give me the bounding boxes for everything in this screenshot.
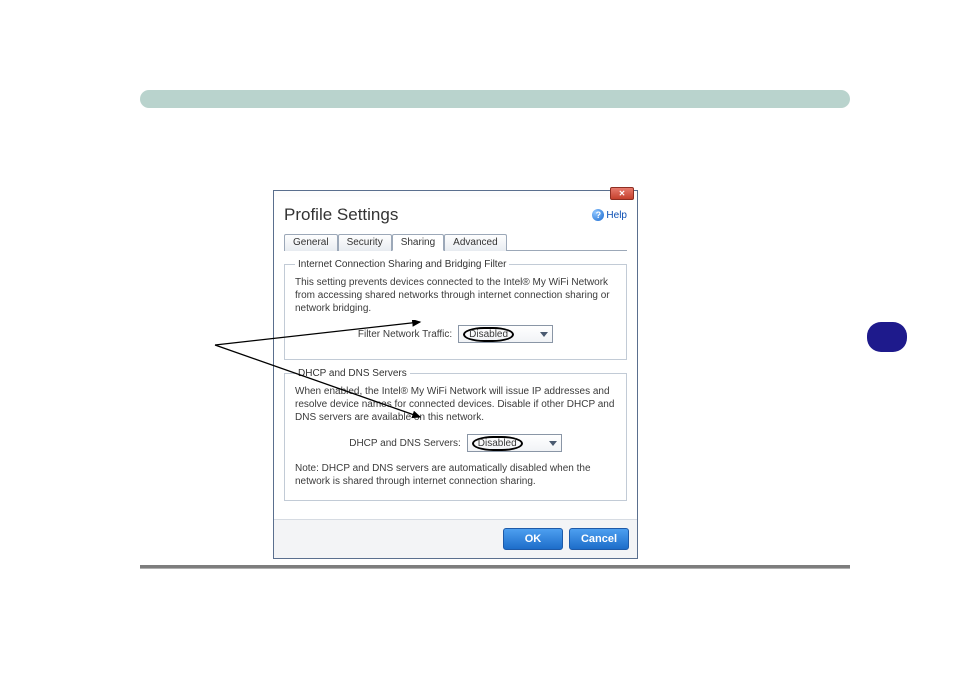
group-dhcp-dns-desc: When enabled, the Intel® My WiFi Network… xyxy=(295,385,616,424)
tabstrip: General Security Sharing Advanced xyxy=(284,233,627,251)
group-sharing-filter: Internet Connection Sharing and Bridging… xyxy=(284,259,627,360)
tab-advanced[interactable]: Advanced xyxy=(444,234,506,251)
dhcp-dns-value: Disabled xyxy=(472,436,523,451)
dhcp-dns-label: DHCP and DNS Servers: xyxy=(349,438,461,449)
filter-traffic-value: Disabled xyxy=(463,327,514,342)
profile-settings-dialog: ✕ Profile Settings ? Help General Securi… xyxy=(273,190,638,559)
help-link[interactable]: ? Help xyxy=(592,209,627,221)
tab-security[interactable]: Security xyxy=(338,234,392,251)
group-sharing-filter-legend: Internet Connection Sharing and Bridging… xyxy=(295,259,509,270)
filter-traffic-label: Filter Network Traffic: xyxy=(358,329,452,340)
dhcp-dns-row: DHCP and DNS Servers: Disabled xyxy=(295,434,616,452)
filter-traffic-combo[interactable]: Disabled xyxy=(458,325,553,343)
help-label: Help xyxy=(606,210,627,221)
filter-traffic-row: Filter Network Traffic: Disabled xyxy=(295,325,616,343)
tab-sharing[interactable]: Sharing xyxy=(392,234,444,251)
ok-button[interactable]: OK xyxy=(503,528,563,550)
group-dhcp-dns: DHCP and DNS Servers When enabled, the I… xyxy=(284,368,627,501)
dialog-title: Profile Settings xyxy=(284,205,398,225)
help-icon: ? xyxy=(592,209,604,221)
cancel-button[interactable]: Cancel xyxy=(569,528,629,550)
tab-general[interactable]: General xyxy=(284,234,338,251)
dialog-header: Profile Settings ? Help xyxy=(284,203,627,233)
page-header-bar xyxy=(140,90,850,108)
dialog-body: Profile Settings ? Help General Security… xyxy=(274,197,637,519)
dialog-titlebar: ✕ xyxy=(274,191,637,197)
dhcp-dns-combo[interactable]: Disabled xyxy=(467,434,562,452)
side-marker xyxy=(867,322,907,352)
dialog-footer: OK Cancel xyxy=(274,519,637,558)
close-icon[interactable]: ✕ xyxy=(610,187,634,200)
dhcp-dns-note: Note: DHCP and DNS servers are automatic… xyxy=(295,462,616,488)
group-dhcp-dns-legend: DHCP and DNS Servers xyxy=(295,368,410,379)
group-sharing-filter-desc: This setting prevents devices connected … xyxy=(295,276,616,315)
page-footer-rule xyxy=(140,565,850,569)
